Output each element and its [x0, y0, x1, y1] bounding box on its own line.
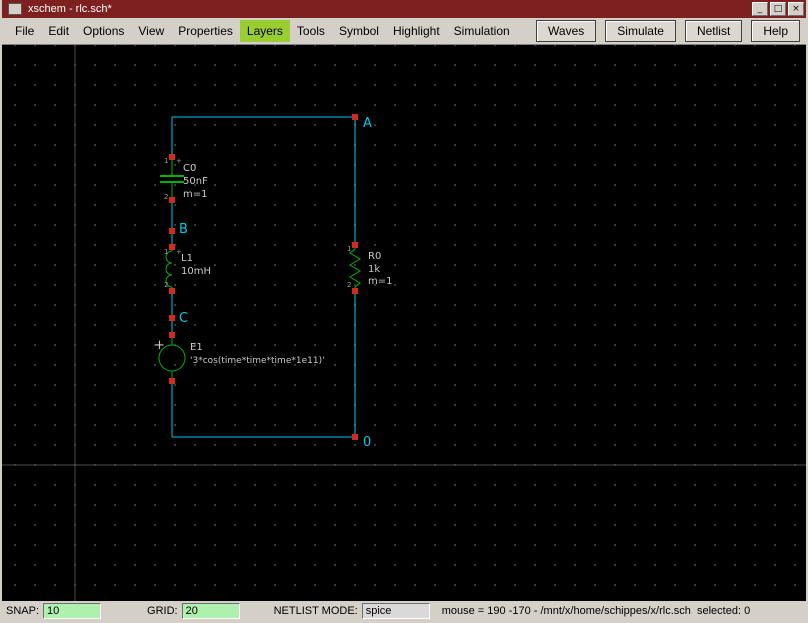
maximize-icon[interactable]: □ — [770, 2, 786, 16]
menu-tools[interactable]: Tools — [290, 20, 332, 42]
resistor-ref[interactable]: R0 — [368, 251, 381, 262]
menu-layers[interactable]: Layers — [240, 20, 290, 42]
c0-pin1-number: 1 — [164, 157, 168, 165]
net-label-b[interactable]: B — [179, 222, 188, 237]
c0-pin2-number: 2 — [164, 193, 168, 201]
capacitor-value[interactable]: 50nF — [183, 176, 208, 187]
menu-simulation[interactable]: Simulation — [447, 20, 517, 42]
snap-input[interactable] — [43, 603, 101, 619]
menu-highlight[interactable]: Highlight — [386, 20, 447, 42]
simulate-button[interactable]: Simulate — [605, 20, 676, 42]
menu-options[interactable]: Options — [76, 20, 131, 42]
menu-file[interactable]: File — [8, 20, 41, 42]
menu-view[interactable]: View — [131, 20, 171, 42]
close-icon[interactable]: × — [788, 2, 804, 16]
grid-label: GRID: — [147, 605, 178, 617]
pin-l1-1 — [169, 244, 175, 250]
pin-c0-2 — [169, 197, 175, 203]
menu-action-buttons: Waves Simulate Netlist Help — [536, 20, 800, 42]
xschem-window: xschem - rlc.sch* _ □ × File Edit Option… — [0, 0, 808, 623]
menu-symbol[interactable]: Symbol — [332, 20, 386, 42]
pin-gnd — [352, 434, 358, 440]
app-icon — [8, 3, 22, 15]
pin-c0-1 — [169, 154, 175, 160]
pin-e1-1 — [169, 332, 175, 338]
resistor-symbol[interactable] — [350, 245, 360, 291]
inductor-value[interactable]: 10mH — [181, 266, 211, 277]
pin-b — [169, 228, 175, 234]
netlist-mode-input[interactable] — [362, 603, 430, 619]
inductor-ref[interactable]: L1 — [181, 253, 193, 264]
net-label-c[interactable]: C — [179, 311, 188, 326]
pin-e1-2 — [169, 378, 175, 384]
window-title: xschem - rlc.sch* — [28, 3, 750, 15]
help-button[interactable]: Help — [751, 20, 800, 42]
netlist-button[interactable]: Netlist — [685, 20, 742, 42]
pin-r0-2 — [352, 288, 358, 294]
source-value[interactable]: '3*cos(time*time*time*1e11)' — [190, 356, 325, 366]
capacitor-mult[interactable]: m=1 — [183, 189, 207, 200]
net-label-gnd[interactable]: 0 — [363, 435, 371, 450]
minimize-icon[interactable]: _ — [752, 2, 768, 16]
resistor-mult[interactable]: m=1 — [368, 276, 392, 287]
capacitor-ref[interactable]: C0 — [183, 163, 196, 174]
circuit-wires[interactable] — [172, 117, 355, 437]
c0-plus-mark: + — [176, 157, 182, 165]
menu-properties[interactable]: Properties — [171, 20, 240, 42]
l1-pin2-number: 2 — [164, 281, 168, 289]
pin-r0-1 — [352, 242, 358, 248]
pin-a — [352, 114, 358, 120]
menubar: File Edit Options View Properties Layers… — [2, 18, 806, 45]
schematic-drawing: A B C 0 1 + 2 C0 50nF m=1 1 + 2 L1 10mH … — [2, 45, 806, 601]
l1-pin1-number: 1 — [164, 248, 168, 256]
resistor-value[interactable]: 1k — [368, 264, 380, 275]
schematic-canvas[interactable]: A B C 0 1 + 2 C0 50nF m=1 1 + 2 L1 10mH … — [2, 45, 806, 601]
source-ref[interactable]: E1 — [190, 342, 203, 353]
r0-pin2-number: 2 — [347, 281, 351, 289]
pin-c — [169, 315, 175, 321]
mouse-status-text: mouse = 190 -170 - /mnt/x/home/schippes/… — [442, 605, 750, 617]
grid-input[interactable] — [182, 603, 240, 619]
r0-pin1-number: 1 — [347, 245, 351, 253]
statusbar: SNAP: GRID: NETLIST MODE: mouse = 190 -1… — [2, 601, 806, 621]
netlist-mode-label: NETLIST MODE: — [274, 605, 358, 617]
menu-edit[interactable]: Edit — [41, 20, 76, 42]
snap-label: SNAP: — [6, 605, 39, 617]
titlebar[interactable]: xschem - rlc.sch* _ □ × — [2, 0, 806, 18]
waves-button[interactable]: Waves — [536, 20, 596, 42]
net-label-a[interactable]: A — [363, 116, 372, 131]
pin-markers — [169, 114, 358, 440]
pin-l1-2 — [169, 288, 175, 294]
source-polarity-mark: + — [154, 338, 165, 353]
